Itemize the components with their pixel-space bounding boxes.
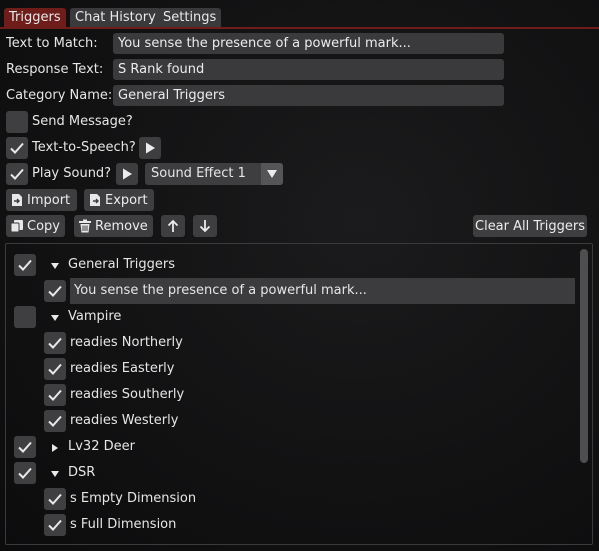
play-sound-label: Play Sound? <box>32 166 112 181</box>
arrow-down-icon <box>199 220 211 233</box>
tree-item-label: DSR <box>68 465 96 480</box>
tree-item-checkbox[interactable] <box>44 488 66 510</box>
tree-item-label: Vampire <box>68 309 122 324</box>
import-icon <box>12 194 22 206</box>
tree-item-label: Lv32 Deer <box>68 439 135 454</box>
sound-play-button[interactable] <box>116 163 138 185</box>
checkmark-icon <box>48 493 62 505</box>
checkmark-icon <box>48 363 62 375</box>
tree-item-checkbox[interactable] <box>44 410 66 432</box>
checkmark-icon <box>18 467 32 479</box>
tree-item-checkbox[interactable] <box>14 436 36 458</box>
category-name-label: Category Name: <box>6 88 113 103</box>
tree-item-label: readies Easterly <box>70 361 175 376</box>
tree-item-label: s Empty Dimension <box>70 491 197 506</box>
checkmark-icon <box>48 415 62 427</box>
export-label: Export <box>105 192 148 208</box>
export-icon <box>90 194 100 206</box>
tts-label: Text-to-Speech? <box>32 140 136 155</box>
category-name-input[interactable]: General Triggers <box>113 85 504 106</box>
caret-down-icon[interactable] <box>50 260 60 270</box>
tree-item-checkbox[interactable] <box>44 332 66 354</box>
play-icon <box>123 168 132 180</box>
send-message-label: Send Message? <box>32 114 133 129</box>
tree-trigger-row[interactable]: s Full Dimension <box>6 512 576 538</box>
tree-trigger-row[interactable]: readies Northerly <box>6 330 576 356</box>
tts-play-button[interactable] <box>139 137 161 159</box>
copy-icon <box>10 220 23 233</box>
response-text-input[interactable]: S Rank found <box>113 59 504 80</box>
copy-button[interactable]: Copy <box>6 215 65 237</box>
tree-item-checkbox[interactable] <box>14 306 36 328</box>
import-button[interactable]: Import <box>6 189 77 211</box>
tree-item-label: readies Westerly <box>70 413 179 428</box>
tree-category-row[interactable]: General Triggers <box>6 252 576 278</box>
remove-button[interactable]: Remove <box>74 215 153 237</box>
text-to-match-input[interactable]: You sense the presence of a powerful mar… <box>113 33 504 54</box>
tab-bar: Triggers Chat History Settings <box>0 0 599 29</box>
trash-icon <box>79 219 91 233</box>
checkmark-icon <box>10 142 24 154</box>
export-button[interactable]: Export <box>84 189 154 211</box>
tree-item-label: General Triggers <box>68 257 175 272</box>
tree-item-label: s Full Dimension <box>70 517 177 532</box>
tree-category-row[interactable]: Vampire <box>6 304 576 330</box>
tab-chat-history[interactable]: Chat History <box>70 8 161 27</box>
tree-category-row[interactable]: Lv32 Deer <box>6 434 576 460</box>
text-to-match-label: Text to Match: <box>6 36 98 51</box>
tree-item-checkbox[interactable] <box>14 254 36 276</box>
caret-down-icon[interactable] <box>50 312 60 322</box>
tree-item-label: You sense the presence of a powerful mar… <box>70 278 575 304</box>
send-message-checkbox[interactable] <box>6 111 28 133</box>
clear-all-label: Clear All Triggers <box>475 218 585 234</box>
sound-select-value: Sound Effect 1 <box>151 166 246 181</box>
tree-item-checkbox[interactable] <box>44 280 66 302</box>
scrollbar-thumb[interactable] <box>580 249 588 463</box>
move-up-button[interactable] <box>161 215 185 237</box>
tree-item-checkbox[interactable] <box>44 358 66 380</box>
response-text-label: Response Text: <box>6 62 104 77</box>
dropdown-arrow-icon[interactable] <box>261 163 283 185</box>
tree-trigger-row[interactable]: readies Easterly <box>6 356 576 382</box>
sound-select[interactable]: Sound Effect 1 <box>145 163 283 185</box>
tree-item-checkbox[interactable] <box>44 384 66 406</box>
trigger-tree[interactable]: General Triggers You sense the presence o… <box>5 243 593 545</box>
clear-all-triggers-button[interactable]: Clear All Triggers <box>473 215 587 237</box>
checkmark-icon <box>18 259 32 271</box>
caret-right-icon[interactable] <box>50 442 60 452</box>
tree-trigger-row[interactable]: readies Southerly <box>6 382 576 408</box>
copy-label: Copy <box>27 218 60 234</box>
tts-checkbox[interactable] <box>6 137 28 159</box>
tree-trigger-row[interactable]: You sense the presence of a powerful mar… <box>6 278 576 304</box>
tree-item-checkbox[interactable] <box>14 462 36 484</box>
caret-down-icon[interactable] <box>50 468 60 478</box>
play-icon <box>146 142 155 154</box>
remove-label: Remove <box>95 218 148 234</box>
tree-item-label: readies Southerly <box>70 387 185 402</box>
arrow-up-icon <box>167 219 179 232</box>
checkmark-icon <box>48 337 62 349</box>
checkmark-icon <box>48 285 62 297</box>
checkmark-icon <box>10 168 24 180</box>
tab-settings[interactable]: Settings <box>158 8 222 27</box>
move-down-button[interactable] <box>193 215 217 237</box>
tree-item-checkbox[interactable] <box>44 514 66 536</box>
checkmark-icon <box>48 519 62 531</box>
tree-item-label: readies Northerly <box>70 335 183 350</box>
tab-triggers[interactable]: Triggers <box>4 8 66 27</box>
tree-trigger-row[interactable]: s Empty Dimension <box>6 486 576 512</box>
tree-category-row[interactable]: DSR <box>6 460 576 486</box>
checkmark-icon <box>48 389 62 401</box>
checkmark-icon <box>18 441 32 453</box>
play-sound-checkbox[interactable] <box>6 163 28 185</box>
import-label: Import <box>27 192 71 208</box>
tree-trigger-row[interactable]: readies Westerly <box>6 408 576 434</box>
